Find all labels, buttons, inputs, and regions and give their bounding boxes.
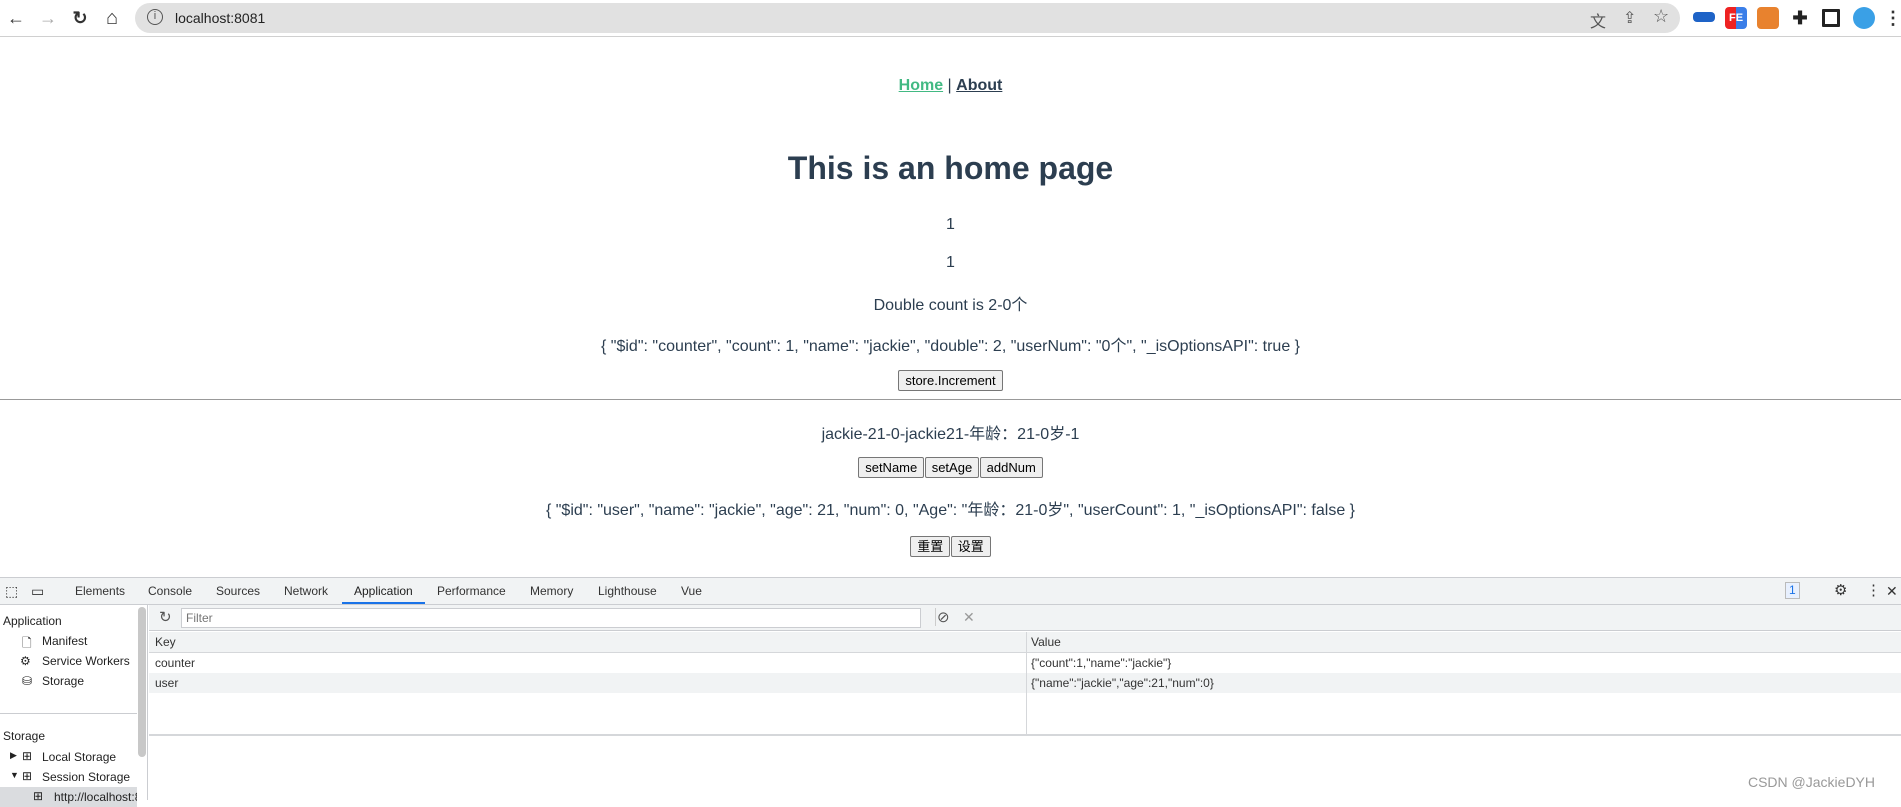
- inspect-element-icon[interactable]: ⬚: [5, 578, 18, 604]
- url-text: localhost:8081: [175, 10, 266, 26]
- counter-json: { "$id": "counter", "count": 1, "name": …: [601, 338, 1300, 355]
- row-key: user: [155, 676, 179, 690]
- page-content: Home | About This is an home page 1 1 Do…: [0, 38, 1901, 577]
- reload-button[interactable]: ↻: [68, 6, 92, 30]
- set-age-button[interactable]: setAge: [924, 457, 980, 478]
- user-json: { "$id": "user", "name": "jackie", "age"…: [545, 502, 1356, 519]
- table-icon: ⊞: [22, 769, 33, 783]
- tab-lighthouse[interactable]: Lighthouse: [598, 578, 657, 604]
- table-header: Key Value: [149, 632, 1901, 653]
- home-button[interactable]: ⌂: [100, 6, 124, 30]
- extensions-puzzle-icon[interactable]: ✚: [1789, 7, 1811, 29]
- table-row[interactable]: counter {"count":1,"name":"jackie"}: [149, 653, 1901, 673]
- sidebar-item-local-storage[interactable]: Local Storage: [42, 750, 116, 764]
- session-origin-label: http://localhost:8081: [54, 790, 137, 804]
- count-text-2: 1: [946, 254, 955, 271]
- set-button[interactable]: 设置: [950, 536, 991, 557]
- nav-separator: |: [947, 77, 952, 94]
- nav-about-link[interactable]: About: [956, 77, 1002, 94]
- devtools-tab-bar: ⬚ ▭ Elements Console Sources Network App…: [0, 578, 1901, 605]
- extension-fe-icon[interactable]: FE: [1725, 7, 1747, 29]
- share-icon[interactable]: ⇪: [1623, 8, 1636, 28]
- browser-toolbar: ← → ↻ ⌂ i localhost:8081 文 ⇪ ☆ FE ✚ ⋮: [0, 0, 1901, 37]
- tab-console[interactable]: Console: [148, 578, 192, 604]
- back-button[interactable]: ←: [4, 6, 28, 30]
- reset-button[interactable]: 重置: [910, 536, 951, 557]
- storage-view: ↻ ⊘ ✕ Key Value counter {"count":1,"name…: [149, 605, 1901, 800]
- increment-button[interactable]: store.Increment: [898, 370, 1003, 391]
- refresh-icon[interactable]: ↻: [159, 608, 172, 626]
- gears-icon: ⚙: [20, 654, 31, 668]
- set-name-button[interactable]: setName: [858, 457, 925, 478]
- tab-memory[interactable]: Memory: [530, 578, 573, 604]
- sidebar-item-manifest[interactable]: Manifest: [42, 634, 87, 648]
- expand-arrow-icon[interactable]: ▶: [10, 750, 17, 761]
- sidebar-scrollbar[interactable]: [138, 607, 146, 757]
- column-value[interactable]: Value: [1031, 632, 1061, 652]
- nav-home-link[interactable]: Home: [899, 77, 943, 94]
- star-icon[interactable]: ☆: [1653, 6, 1669, 27]
- application-sidebar: Application 🗋 Manifest ⚙ Service Workers…: [0, 605, 148, 807]
- sidebar-header-storage: Storage: [3, 729, 46, 743]
- info-icon[interactable]: i: [147, 9, 163, 25]
- forward-button[interactable]: →: [36, 6, 60, 30]
- watermark: CSDN @JackieDYH: [1747, 774, 1875, 790]
- column-key[interactable]: Key: [155, 632, 176, 652]
- table-icon: ⊞: [22, 749, 33, 763]
- address-bar[interactable]: i localhost:8081 文 ⇪ ☆: [135, 3, 1680, 33]
- add-num-button[interactable]: addNum: [979, 457, 1043, 478]
- tab-elements[interactable]: Elements: [75, 578, 125, 604]
- metamask-fox-icon[interactable]: [1757, 7, 1779, 29]
- sidebar-divider: [0, 713, 137, 714]
- collapse-arrow-icon[interactable]: ▼: [10, 770, 19, 780]
- clear-all-icon[interactable]: ⊘: [937, 608, 950, 626]
- settings-gear-icon[interactable]: ⚙: [1834, 578, 1847, 604]
- tab-network[interactable]: Network: [284, 578, 328, 604]
- storage-table: Key Value counter {"count":1,"name":"jac…: [149, 632, 1901, 736]
- page-title: This is an home page: [787, 150, 1114, 186]
- more-options-icon[interactable]: ⋮: [1866, 578, 1881, 604]
- device-toolbar-icon[interactable]: ▭: [31, 578, 44, 604]
- filter-input[interactable]: [181, 608, 921, 628]
- delete-selected-icon[interactable]: ✕: [963, 609, 975, 626]
- sidebar-item-storage[interactable]: Storage: [42, 674, 84, 688]
- row-value: {"name":"jackie","age":21,"num":0}: [1031, 676, 1214, 690]
- tab-vue[interactable]: Vue: [681, 578, 702, 604]
- sidebar-header-application: Application: [3, 614, 62, 628]
- column-divider[interactable]: [1026, 632, 1027, 734]
- file-icon: 🗋: [22, 636, 32, 650]
- tab-application[interactable]: Application: [342, 578, 425, 604]
- nav: Home | About: [0, 77, 1901, 95]
- close-devtools-icon[interactable]: ✕: [1886, 578, 1898, 604]
- side-panel-icon[interactable]: [1822, 9, 1840, 27]
- menu-icon[interactable]: ⋮: [1882, 7, 1901, 29]
- tab-sources[interactable]: Sources: [216, 578, 260, 604]
- row-value: {"count":1,"name":"jackie"}: [1031, 656, 1172, 670]
- sidebar-item-service-workers[interactable]: Service Workers: [42, 654, 130, 668]
- table-row[interactable]: user {"name":"jackie","age":21,"num":0}: [149, 673, 1901, 693]
- sidebar-item-session-storage[interactable]: Session Storage: [42, 770, 130, 784]
- user-line: jackie-21-0-jackie21-年龄：21-0岁-1: [821, 426, 1080, 443]
- extension-layers-icon[interactable]: [1693, 12, 1715, 22]
- issues-badge[interactable]: 1: [1785, 582, 1800, 599]
- row-key: counter: [155, 656, 196, 670]
- divider: [0, 399, 1901, 400]
- storage-toolbar: ↻ ⊘ ✕: [149, 605, 1901, 631]
- toolbar-divider: [935, 608, 936, 626]
- double-count-text: Double count is 2-0个: [873, 297, 1028, 314]
- sidebar-item-session-origin[interactable]: ⊞ http://localhost:8081: [0, 787, 137, 807]
- profile-avatar[interactable]: [1853, 7, 1875, 29]
- devtools-panel: ⬚ ▭ Elements Console Sources Network App…: [0, 577, 1901, 807]
- tab-performance[interactable]: Performance: [437, 578, 506, 604]
- translate-icon[interactable]: 文: [1590, 8, 1606, 32]
- table-icon: ⊞: [33, 789, 44, 803]
- count-text: 1: [946, 216, 955, 233]
- database-icon: ⛁: [22, 674, 33, 688]
